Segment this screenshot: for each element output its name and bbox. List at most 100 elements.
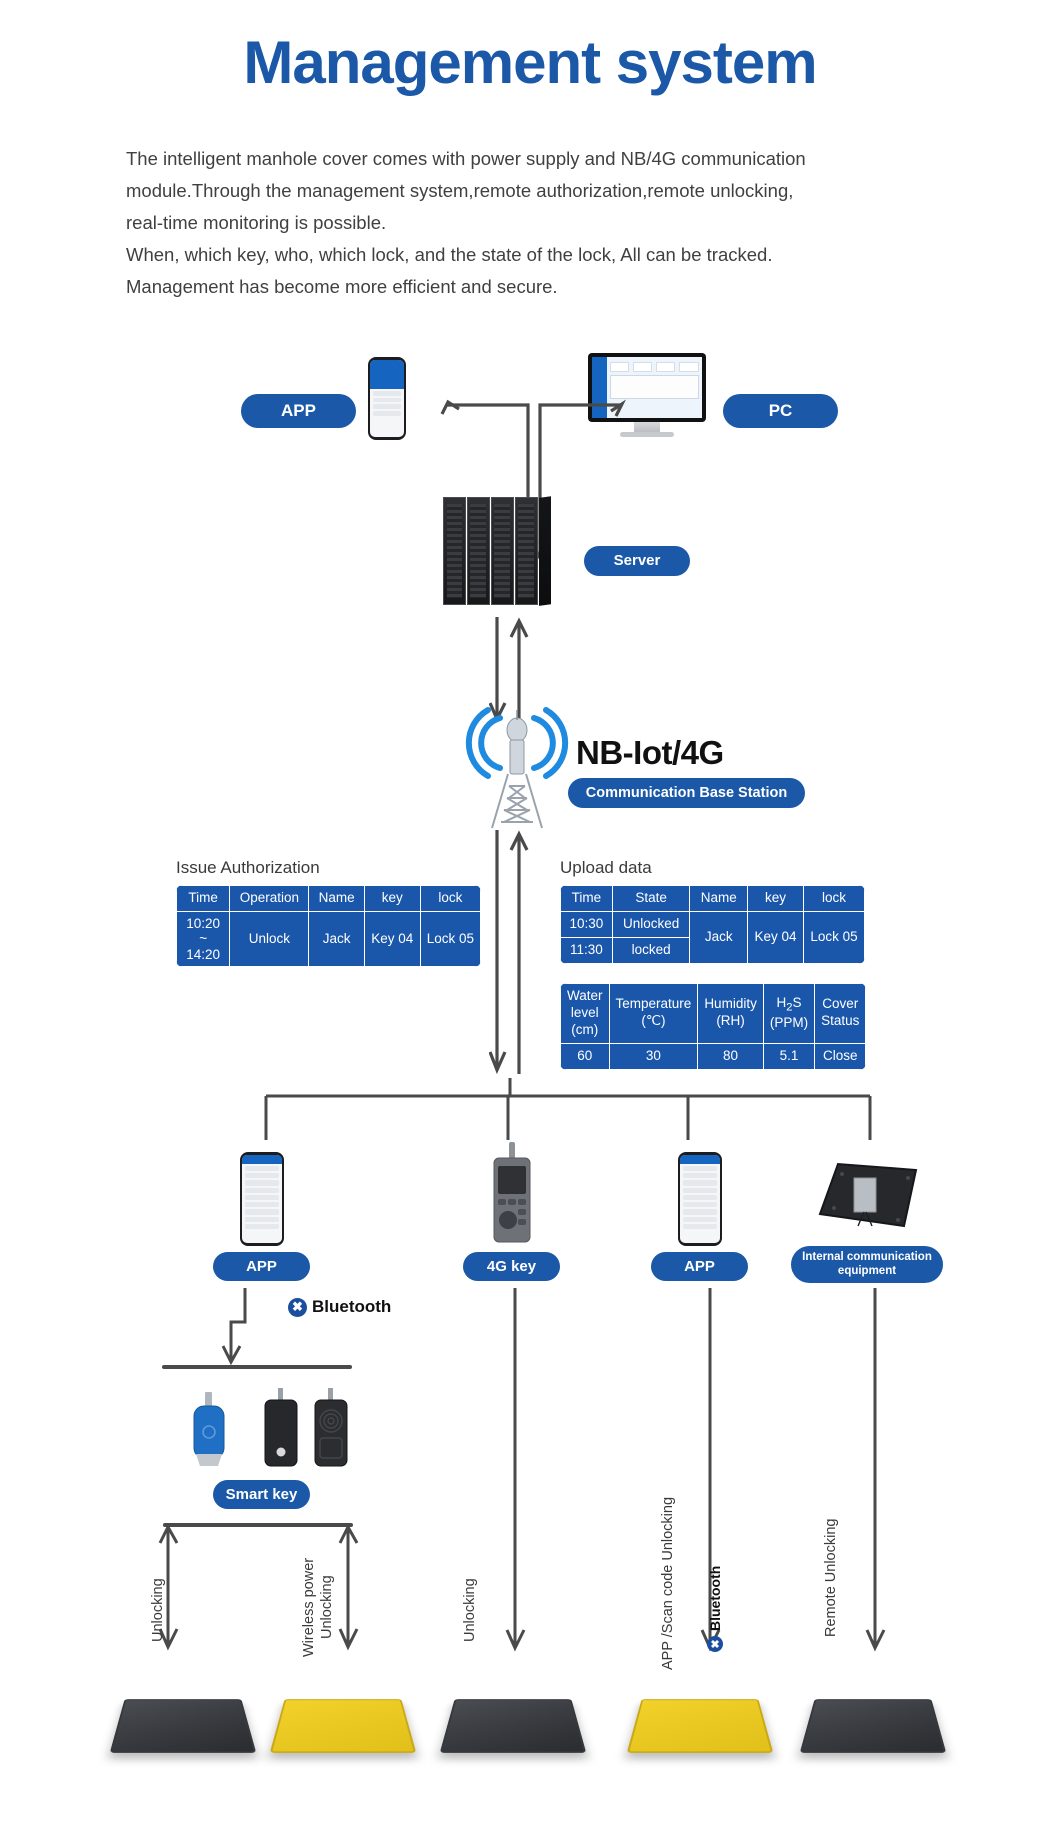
device-pill-app-1-label: APP: [246, 1257, 277, 1275]
th-lock: lock: [803, 885, 865, 912]
bluetooth-label-1: ✖ Bluetooth: [288, 1297, 391, 1317]
th-key: key: [747, 885, 804, 912]
intro-line-4: When, which key, who, which lock, and th…: [126, 244, 773, 265]
th-water-level: Water level (cm): [560, 983, 610, 1044]
cell-time-sep: ~: [199, 931, 208, 947]
manhole-cover-3: [439, 1680, 587, 1766]
connector-app-to-smart-key-bluetooth: [221, 1288, 247, 1366]
sensor-data-table: Water level (cm) Temperature (℃) Humidity (R…: [560, 983, 867, 1070]
smart-key-pill-label: Smart key: [225, 1485, 298, 1503]
device-pill-app-1[interactable]: APP: [213, 1252, 310, 1281]
page-title: Management system: [243, 29, 817, 96]
manhole-cover-4: [626, 1680, 774, 1766]
communication-base-station-pill[interactable]: Communication Base Station: [568, 778, 805, 808]
cell-state: locked: [611, 936, 691, 964]
manhole-cover-5: [799, 1680, 947, 1766]
connector-internal-equipment-to-cover: [865, 1288, 886, 1652]
manhole-cover-2: [269, 1680, 417, 1766]
phone-device-top: [368, 357, 406, 440]
connector-4g-key-to-cover: [505, 1288, 526, 1652]
device-pill-internal-communication[interactable]: Internal communication equipment: [791, 1246, 943, 1283]
cell-lock: Lock 05: [803, 910, 865, 964]
th-humidity: Humidity (RH): [697, 983, 764, 1044]
cell-humidity: 80: [697, 1042, 764, 1070]
nb-iot-label: NB-Iot/4G: [576, 734, 724, 771]
cell-name: Jack: [689, 910, 749, 964]
bluetooth-word-2: Bluetooth: [707, 1565, 723, 1631]
bluetooth-word-1: Bluetooth: [312, 1297, 392, 1316]
cell-time-end: 14:20: [186, 946, 221, 962]
device-pill-internal-communication-label: Internal communication equipment: [802, 1251, 932, 1277]
table-header-row: Water level (cm) Temperature (℃) Humidity (R…: [560, 983, 867, 1044]
connector-smart-key-to-covers: [158, 1527, 359, 1651]
intro-line-3: real-time monitoring is possible.: [126, 212, 387, 233]
intro-line-2: module.Through the management system,rem…: [126, 180, 794, 201]
label-remote-unlocking: Remote Unlocking: [823, 1518, 839, 1638]
table-row: 60 30 80 5.1 Close: [560, 1042, 867, 1070]
manhole-cover-1: [109, 1680, 257, 1766]
device-pill-4g-key-label: 4G key: [486, 1257, 537, 1275]
pc-pill[interactable]: PC: [723, 394, 838, 428]
intro-line-5: Management has become more efficient and…: [126, 276, 558, 297]
th-cover-status: Cover Status: [814, 983, 867, 1044]
th-name: Name: [308, 885, 365, 912]
table-row: 10:20 ~ 14:20 Unlock Jack Key 04 Lock 05: [176, 910, 481, 968]
label-wireless-power-unlocking: Wireless power Unlocking: [301, 1557, 336, 1657]
cell-tower-icon: [465, 707, 569, 829]
device-pill-app-2-label: APP: [684, 1257, 715, 1275]
cell-name: Jack: [308, 910, 365, 968]
upload-data-table: Time State Name key lock 10:30 Unlocked …: [560, 885, 865, 964]
cell-operation: Unlock: [229, 910, 310, 968]
cell-lock: Lock 05: [419, 910, 481, 968]
bluetooth-icon-1: ✖: [288, 1297, 307, 1317]
app-pill-top[interactable]: APP: [241, 394, 356, 428]
pc-pill-label: PC: [768, 401, 793, 421]
th-temperature: Temperature (℃): [608, 983, 699, 1044]
page-root: Management system The intelligent manhol…: [0, 0, 1060, 1832]
phone-device-app-2: [678, 1152, 722, 1246]
cell-time: 11:30: [560, 936, 613, 964]
th-state: State: [611, 885, 691, 912]
th-key: key: [363, 885, 421, 912]
cell-time: 10:20 ~ 14:20: [176, 910, 231, 968]
device-pill-app-2[interactable]: APP: [651, 1252, 748, 1281]
cell-state: Unlocked: [611, 910, 691, 938]
issue-authorization-caption: Issue Authorization: [176, 858, 320, 877]
intro-line-1: The intelligent manhole cover comes with…: [126, 148, 806, 169]
device-pill-4g-key[interactable]: 4G key: [463, 1252, 560, 1281]
internal-communication-board-device: [818, 1162, 918, 1228]
table-header-row: Time State Name key lock: [560, 885, 865, 912]
bluetooth-label-2: ✖ Bluetooth: [707, 1532, 723, 1652]
cell-temperature: 30: [608, 1042, 699, 1070]
connector-base-station-to-tables: [489, 830, 529, 1075]
app-pill-top-label: APP: [281, 401, 316, 421]
th-operation: Operation: [229, 885, 310, 912]
upload-data-caption: Upload data: [560, 858, 652, 877]
label-unlocking-1: Unlocking: [150, 1578, 166, 1642]
th-name: Name: [689, 885, 749, 912]
smart-key-pill[interactable]: Smart key: [213, 1480, 310, 1509]
smart-key-group-bar: [162, 1365, 352, 1369]
server-device: [443, 496, 551, 606]
cell-water-level: 60: [560, 1042, 610, 1070]
cell-time-start: 10:20: [186, 915, 221, 931]
handheld-4g-key-device: [493, 1142, 531, 1243]
label-unlocking-2: Unlocking: [462, 1578, 478, 1642]
th-time: Time: [560, 885, 613, 912]
connector-branch-to-devices: [264, 1078, 872, 1140]
communication-base-station-label: Communication Base Station: [585, 784, 788, 801]
th-lock: lock: [419, 885, 481, 912]
phone-device-app-1: [240, 1152, 284, 1246]
cell-h2s: 5.1: [762, 1042, 816, 1070]
server-pill[interactable]: Server: [584, 546, 690, 576]
issue-authorization-table: Time Operation Name key lock 10:20 ~ 14:…: [176, 885, 481, 968]
cell-key: Key 04: [747, 910, 804, 964]
smart-lock-body-front: [264, 1388, 298, 1467]
th-time: Time: [176, 885, 231, 912]
cell-cover-status: Close: [814, 1042, 867, 1070]
table-row: 10:30 Unlocked Jack Key 04 Lock 05: [560, 910, 865, 964]
intro-paragraphs: The intelligent manhole cover comes with…: [126, 143, 956, 303]
label-app-scan-code-unlocking: APP /Scan code Unlocking: [660, 1496, 676, 1670]
bluetooth-icon-2: ✖: [707, 1636, 723, 1652]
smart-lock-body-back: [314, 1388, 348, 1467]
